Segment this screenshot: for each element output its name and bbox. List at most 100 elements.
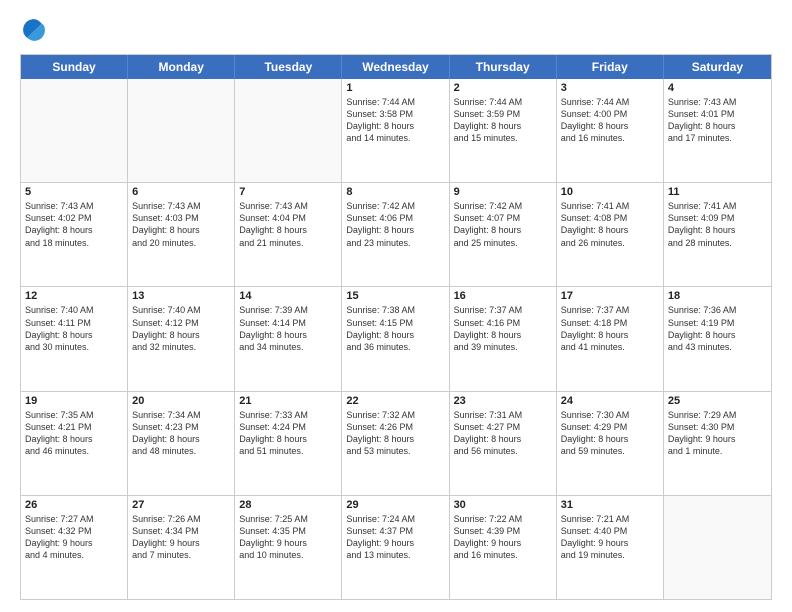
day-number: 28 xyxy=(239,499,337,511)
day-number: 30 xyxy=(454,499,552,511)
calendar-body: 1 Sunrise: 7:44 AM Sunset: 3:58 PM Daylig… xyxy=(21,79,771,599)
calendar-row-0: 1 Sunrise: 7:44 AM Sunset: 3:58 PM Daylig… xyxy=(21,79,771,182)
calendar-cell-2-1: 13 Sunrise: 7:40 AM Sunset: 4:12 PM Dayli… xyxy=(128,287,235,390)
header xyxy=(20,16,772,44)
day-number: 21 xyxy=(239,395,337,407)
day-number: 5 xyxy=(25,186,123,198)
logo-icon xyxy=(20,16,48,44)
cell-text: Sunrise: 7:42 AM Sunset: 4:06 PM Dayligh… xyxy=(346,200,444,249)
day-number: 26 xyxy=(25,499,123,511)
calendar-cell-3-2: 21 Sunrise: 7:33 AM Sunset: 4:24 PM Dayli… xyxy=(235,392,342,495)
calendar-cell-2-4: 16 Sunrise: 7:37 AM Sunset: 4:16 PM Dayli… xyxy=(450,287,557,390)
cell-text: Sunrise: 7:44 AM Sunset: 3:59 PM Dayligh… xyxy=(454,96,552,145)
day-number: 31 xyxy=(561,499,659,511)
calendar-cell-1-3: 8 Sunrise: 7:42 AM Sunset: 4:06 PM Daylig… xyxy=(342,183,449,286)
day-number: 25 xyxy=(668,395,767,407)
header-day-sunday: Sunday xyxy=(21,55,128,79)
cell-text: Sunrise: 7:27 AM Sunset: 4:32 PM Dayligh… xyxy=(25,513,123,562)
calendar-cell-0-1 xyxy=(128,79,235,182)
cell-text: Sunrise: 7:32 AM Sunset: 4:26 PM Dayligh… xyxy=(346,409,444,458)
cell-text: Sunrise: 7:37 AM Sunset: 4:16 PM Dayligh… xyxy=(454,304,552,353)
cell-text: Sunrise: 7:44 AM Sunset: 4:00 PM Dayligh… xyxy=(561,96,659,145)
calendar: SundayMondayTuesdayWednesdayThursdayFrid… xyxy=(20,54,772,600)
calendar-cell-1-2: 7 Sunrise: 7:43 AM Sunset: 4:04 PM Daylig… xyxy=(235,183,342,286)
calendar-cell-0-0 xyxy=(21,79,128,182)
calendar-cell-3-1: 20Sunrise: 7:34 AM Sunset: 4:23 PM Dayli… xyxy=(128,392,235,495)
cell-text: Sunrise: 7:39 AM Sunset: 4:14 PM Dayligh… xyxy=(239,304,337,353)
header-day-tuesday: Tuesday xyxy=(235,55,342,79)
cell-text: Sunrise: 7:22 AM Sunset: 4:39 PM Dayligh… xyxy=(454,513,552,562)
day-number: 4 xyxy=(668,82,767,94)
day-number: 16 xyxy=(454,290,552,302)
calendar-cell-2-5: 17 Sunrise: 7:37 AM Sunset: 4:18 PM Dayli… xyxy=(557,287,664,390)
day-number: 6 xyxy=(132,186,230,198)
calendar-cell-4-6 xyxy=(664,496,771,599)
cell-text: Sunrise: 7:37 AM Sunset: 4:18 PM Dayligh… xyxy=(561,304,659,353)
day-number: 11 xyxy=(668,186,767,198)
cell-text: Sunrise: 7:43 AM Sunset: 4:02 PM Dayligh… xyxy=(25,200,123,249)
cell-text: Sunrise: 7:44 AM Sunset: 3:58 PM Dayligh… xyxy=(346,96,444,145)
calendar-cell-1-5: 10 Sunrise: 7:41 AM Sunset: 4:08 PM Dayli… xyxy=(557,183,664,286)
cell-text: Sunrise: 7:43 AM Sunset: 4:04 PM Dayligh… xyxy=(239,200,337,249)
cell-text: Sunrise: 7:42 AM Sunset: 4:07 PM Dayligh… xyxy=(454,200,552,249)
header-day-thursday: Thursday xyxy=(450,55,557,79)
day-number: 29 xyxy=(346,499,444,511)
header-day-monday: Monday xyxy=(128,55,235,79)
logo xyxy=(20,16,52,44)
cell-text: Sunrise: 7:25 AM Sunset: 4:35 PM Dayligh… xyxy=(239,513,337,562)
calendar-cell-1-0: 5 Sunrise: 7:43 AM Sunset: 4:02 PM Daylig… xyxy=(21,183,128,286)
day-number: 22 xyxy=(346,395,444,407)
calendar-cell-2-6: 18 Sunrise: 7:36 AM Sunset: 4:19 PM Dayli… xyxy=(664,287,771,390)
cell-text: Sunrise: 7:33 AM Sunset: 4:24 PM Dayligh… xyxy=(239,409,337,458)
cell-text: Sunrise: 7:41 AM Sunset: 4:08 PM Dayligh… xyxy=(561,200,659,249)
cell-text: Sunrise: 7:40 AM Sunset: 4:11 PM Dayligh… xyxy=(25,304,123,353)
day-number: 18 xyxy=(668,290,767,302)
calendar-row-3: 19Sunrise: 7:35 AM Sunset: 4:21 PM Dayli… xyxy=(21,391,771,495)
day-number: 9 xyxy=(454,186,552,198)
cell-text: Sunrise: 7:40 AM Sunset: 4:12 PM Dayligh… xyxy=(132,304,230,353)
day-number: 17 xyxy=(561,290,659,302)
cell-text: Sunrise: 7:26 AM Sunset: 4:34 PM Dayligh… xyxy=(132,513,230,562)
calendar-cell-3-0: 19Sunrise: 7:35 AM Sunset: 4:21 PM Dayli… xyxy=(21,392,128,495)
calendar-cell-0-2 xyxy=(235,79,342,182)
calendar-cell-1-4: 9 Sunrise: 7:42 AM Sunset: 4:07 PM Daylig… xyxy=(450,183,557,286)
calendar-cell-0-3: 1 Sunrise: 7:44 AM Sunset: 3:58 PM Daylig… xyxy=(342,79,449,182)
calendar-cell-3-5: 24 Sunrise: 7:30 AM Sunset: 4:29 PM Dayli… xyxy=(557,392,664,495)
calendar-cell-4-5: 31Sunrise: 7:21 AM Sunset: 4:40 PM Dayli… xyxy=(557,496,664,599)
cell-text: Sunrise: 7:34 AM Sunset: 4:23 PM Dayligh… xyxy=(132,409,230,458)
day-number: 24 xyxy=(561,395,659,407)
cell-text: Sunrise: 7:29 AM Sunset: 4:30 PM Dayligh… xyxy=(668,409,767,458)
day-number: 23 xyxy=(454,395,552,407)
day-number: 13 xyxy=(132,290,230,302)
day-number: 12 xyxy=(25,290,123,302)
calendar-cell-4-4: 30 Sunrise: 7:22 AM Sunset: 4:39 PM Dayli… xyxy=(450,496,557,599)
cell-text: Sunrise: 7:31 AM Sunset: 4:27 PM Dayligh… xyxy=(454,409,552,458)
day-number: 14 xyxy=(239,290,337,302)
cell-text: Sunrise: 7:43 AM Sunset: 4:03 PM Dayligh… xyxy=(132,200,230,249)
day-number: 8 xyxy=(346,186,444,198)
calendar-cell-4-1: 27 Sunrise: 7:26 AM Sunset: 4:34 PM Dayli… xyxy=(128,496,235,599)
day-number: 15 xyxy=(346,290,444,302)
calendar-cell-0-6: 4Sunrise: 7:43 AM Sunset: 4:01 PM Daylig… xyxy=(664,79,771,182)
day-number: 1 xyxy=(346,82,444,94)
header-day-wednesday: Wednesday xyxy=(342,55,449,79)
calendar-row-1: 5 Sunrise: 7:43 AM Sunset: 4:02 PM Daylig… xyxy=(21,182,771,286)
cell-text: Sunrise: 7:36 AM Sunset: 4:19 PM Dayligh… xyxy=(668,304,767,353)
day-number: 7 xyxy=(239,186,337,198)
calendar-cell-4-3: 29Sunrise: 7:24 AM Sunset: 4:37 PM Dayli… xyxy=(342,496,449,599)
calendar-cell-2-2: 14 Sunrise: 7:39 AM Sunset: 4:14 PM Dayli… xyxy=(235,287,342,390)
calendar-row-2: 12 Sunrise: 7:40 AM Sunset: 4:11 PM Dayli… xyxy=(21,286,771,390)
calendar-cell-2-0: 12 Sunrise: 7:40 AM Sunset: 4:11 PM Dayli… xyxy=(21,287,128,390)
day-number: 27 xyxy=(132,499,230,511)
cell-text: Sunrise: 7:38 AM Sunset: 4:15 PM Dayligh… xyxy=(346,304,444,353)
calendar-cell-4-0: 26 Sunrise: 7:27 AM Sunset: 4:32 PM Dayli… xyxy=(21,496,128,599)
calendar-cell-0-5: 3Sunrise: 7:44 AM Sunset: 4:00 PM Daylig… xyxy=(557,79,664,182)
cell-text: Sunrise: 7:41 AM Sunset: 4:09 PM Dayligh… xyxy=(668,200,767,249)
calendar-cell-2-3: 15 Sunrise: 7:38 AM Sunset: 4:15 PM Dayli… xyxy=(342,287,449,390)
day-number: 10 xyxy=(561,186,659,198)
calendar-cell-3-6: 25 Sunrise: 7:29 AM Sunset: 4:30 PM Dayli… xyxy=(664,392,771,495)
cell-text: Sunrise: 7:35 AM Sunset: 4:21 PM Dayligh… xyxy=(25,409,123,458)
calendar-header: SundayMondayTuesdayWednesdayThursdayFrid… xyxy=(21,55,771,79)
cell-text: Sunrise: 7:30 AM Sunset: 4:29 PM Dayligh… xyxy=(561,409,659,458)
calendar-cell-4-2: 28 Sunrise: 7:25 AM Sunset: 4:35 PM Dayli… xyxy=(235,496,342,599)
